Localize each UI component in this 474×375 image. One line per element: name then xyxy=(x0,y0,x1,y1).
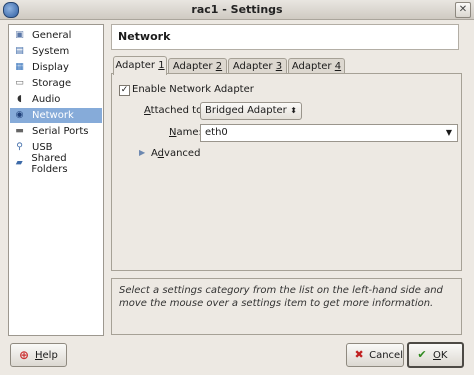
label-mnemonic: O xyxy=(433,349,441,361)
label-text: vanced xyxy=(164,148,201,159)
storage-icon: ▭ xyxy=(15,78,24,88)
sidebar-item-storage[interactable]: ▭ Storage xyxy=(10,76,102,91)
cancel-button[interactable]: ✖ Cancel xyxy=(346,343,404,367)
enable-adapter-label[interactable]: Enable Network Adapter xyxy=(132,84,254,95)
sidebar-item-label: System xyxy=(32,46,70,57)
sidebar-item-label: Audio xyxy=(32,94,61,105)
tab-adapter-2[interactable]: Adapter 2 xyxy=(168,58,227,74)
cancel-icon: ✖ xyxy=(354,348,364,361)
tab-label: Adapter xyxy=(115,60,159,71)
label-mnemonic: A xyxy=(144,105,151,116)
tab-label: Adapter xyxy=(232,61,276,72)
ok-button[interactable]: ✔ OK xyxy=(407,342,464,368)
label-text: elp xyxy=(42,349,58,361)
network-icon: ◉ xyxy=(15,110,24,120)
button-label: Cancel xyxy=(369,349,403,361)
advanced-expander[interactable]: Advanced xyxy=(151,148,200,159)
tab-adapter-3[interactable]: Adapter 3 xyxy=(228,58,287,74)
sidebar-item-label: Serial Ports xyxy=(32,126,89,137)
audio-icon: ◖ xyxy=(17,94,22,104)
name-label: Name: xyxy=(169,127,202,138)
tab-adapter-4[interactable]: Adapter 4 xyxy=(288,58,345,74)
general-icon: ▣ xyxy=(15,30,24,40)
updown-arrows-icon: ⬍ xyxy=(290,106,297,115)
button-label: OK xyxy=(433,350,447,361)
sidebar-item-label: USB xyxy=(32,142,53,153)
usb-icon: ⚲ xyxy=(16,142,23,152)
tab-mnemonic: 3 xyxy=(275,61,283,72)
sidebar-item-shared-folders[interactable]: ▰ Shared Folders xyxy=(10,153,102,175)
sidebar-item-label: Storage xyxy=(32,78,72,89)
sidebar-item-system[interactable]: ▤ System xyxy=(10,44,102,59)
interface-name-combo[interactable]: eth0 ▼ xyxy=(200,124,458,142)
interface-name-value: eth0 xyxy=(205,127,228,138)
info-text: Select a settings category from the list… xyxy=(119,285,443,309)
display-icon: ▦ xyxy=(15,62,24,72)
tab-adapter-1[interactable]: Adapter 1 xyxy=(113,56,167,75)
sidebar-item-label: Network xyxy=(32,110,74,121)
attached-to-value: Bridged Adapter xyxy=(205,105,287,116)
label-text: ttached to: xyxy=(150,105,206,116)
dropdown-arrow-icon[interactable]: ▼ xyxy=(446,125,452,141)
system-icon: ▤ xyxy=(15,46,24,56)
help-button[interactable]: ⊕ Help xyxy=(10,343,67,367)
title-bar: rac1 - Settings ✕ xyxy=(0,0,474,20)
sidebar-item-general[interactable]: ▣ General xyxy=(10,28,102,43)
help-icon: ⊕ xyxy=(18,348,30,362)
label-text: A xyxy=(151,148,158,159)
sidebar-item-display[interactable]: ▦ Display xyxy=(10,60,102,75)
settings-category-list[interactable]: ▣ General ▤ System ▦ Display ▭ Storage ◖… xyxy=(8,24,104,336)
tab-mnemonic: 4 xyxy=(334,61,342,72)
expander-arrow-icon[interactable]: ▶ xyxy=(139,148,145,157)
checkmark-icon: ✔ xyxy=(417,348,427,361)
sidebar-item-label: Shared Folders xyxy=(31,152,68,175)
shared-folders-icon: ▰ xyxy=(15,158,23,168)
sidebar-item-label: Display xyxy=(32,62,69,73)
attached-to-select[interactable]: Bridged Adapter ⬍ xyxy=(200,102,302,120)
attached-to-label: Attached to: xyxy=(144,105,206,116)
page-header: Network xyxy=(111,24,459,50)
sidebar-item-serial-ports[interactable]: ▬ Serial Ports xyxy=(10,124,102,139)
tab-mnemonic: 1 xyxy=(158,60,165,71)
info-box: Select a settings category from the list… xyxy=(111,278,462,335)
label-text: ame: xyxy=(176,127,202,138)
sidebar-item-label: General xyxy=(32,30,72,41)
sidebar-item-audio[interactable]: ◖ Audio xyxy=(10,92,102,107)
page-title: Network xyxy=(118,30,171,43)
window-title: rac1 - Settings xyxy=(191,3,283,16)
label-text: K xyxy=(440,349,448,361)
tab-mnemonic: 2 xyxy=(215,61,223,72)
tab-label: Adapter xyxy=(291,61,335,72)
tab-label: Adapter xyxy=(172,61,216,72)
button-label: Help xyxy=(35,350,58,361)
serial-ports-icon: ▬ xyxy=(15,126,24,136)
sidebar-item-network[interactable]: ◉ Network xyxy=(10,108,102,123)
close-icon[interactable]: ✕ xyxy=(455,2,471,18)
enable-adapter-checkbox[interactable]: ✓ xyxy=(119,85,130,96)
label-mnemonic: H xyxy=(35,349,43,361)
